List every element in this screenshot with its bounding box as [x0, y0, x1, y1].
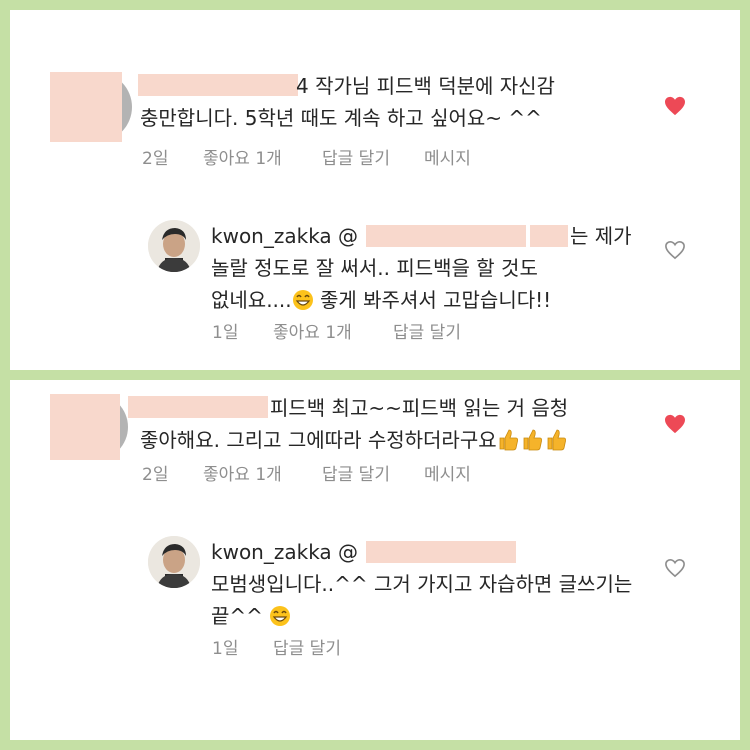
like-heart-outline-icon[interactable]	[664, 240, 686, 260]
comment-likes-link[interactable]: 좋아요 1개	[203, 464, 282, 486]
reply-line-1-suffix: 는 제가	[570, 224, 632, 248]
comment-line-1: 피드백 최고~~피드백 읽는 거 음청	[270, 396, 569, 420]
redacted-username	[128, 396, 268, 418]
comment-message-button[interactable]: 메시지	[424, 464, 471, 486]
comment-age: 2일	[142, 149, 169, 169]
comment-reply-button[interactable]: 답글 달기	[322, 464, 390, 486]
comment-line-2: 충만합니다. 5학년 때도 계속 하고 싶어요~ ^^	[140, 106, 542, 130]
comment-line-2-text: 좋아해요. 그리고 그에따라 수정하더라구요	[140, 428, 497, 452]
reply-age: 1일	[212, 323, 239, 343]
reply-line-3-text: 없네요....	[211, 288, 292, 312]
reply-avatar[interactable]	[148, 536, 200, 588]
redacted-mention-2	[530, 225, 568, 247]
thumbs-up-emoji-icon	[497, 427, 569, 460]
reply-line-2: 놀랄 정도로 잘 써서.. 피드백을 할 것도	[211, 256, 538, 280]
reply-line-2: 모범생입니다..^^ 그거 가지고 자습하면 글쓰기는	[211, 572, 633, 596]
comment-line-1: 4 작가님 피드백 덕분에 자신감	[296, 74, 555, 98]
redacted-mention	[366, 225, 526, 247]
reply-line-3: 끝^^	[211, 600, 291, 632]
comment-message-button[interactable]: 메시지	[424, 148, 471, 170]
redacted-mention	[366, 541, 516, 563]
comment-likes-link[interactable]: 좋아요 1개	[203, 148, 282, 170]
comment-age: 2일	[142, 465, 169, 485]
reply-username[interactable]: kwon_zakka	[211, 224, 332, 248]
comment-panel-1: 4 작가님 피드백 덕분에 자신감 충만합니다. 5학년 때도 계속 하고 싶어…	[10, 10, 740, 370]
reply-mention-at[interactable]: @	[338, 540, 358, 564]
grinning-emoji-icon	[292, 288, 314, 310]
grinning-emoji-icon	[269, 604, 291, 626]
reply-username[interactable]: kwon_zakka	[211, 540, 332, 564]
commenter-avatar-redaction	[50, 394, 120, 460]
reply-reply-button[interactable]: 답글 달기	[273, 638, 341, 660]
like-heart-filled-icon[interactable]	[664, 414, 686, 434]
reply-line-1: kwon_zakka @	[211, 536, 358, 568]
comment-reply-button[interactable]: 답글 달기	[322, 148, 390, 170]
reply-reply-button[interactable]: 답글 달기	[393, 322, 461, 344]
commenter-avatar-redaction	[50, 72, 122, 142]
reply-line-3-text: 끝^^	[211, 604, 263, 628]
redacted-username	[138, 74, 298, 96]
comment-line-2: 좋아해요. 그리고 그에따라 수정하더라구요	[140, 424, 569, 460]
reply-likes-link[interactable]: 좋아요 1개	[273, 322, 352, 344]
reply-line-3: 없네요.... 좋게 봐주셔서 고맙습니다!!	[211, 284, 551, 316]
like-heart-filled-icon[interactable]	[664, 96, 686, 116]
reply-age: 1일	[212, 639, 239, 659]
reply-line-1: kwon_zakka @	[211, 220, 358, 252]
reply-line-3-after: 좋게 봐주셔서 고맙습니다!!	[313, 288, 552, 312]
reply-avatar[interactable]	[148, 220, 200, 272]
reply-mention-at[interactable]: @	[338, 224, 358, 248]
like-heart-outline-icon[interactable]	[664, 558, 686, 578]
comment-panel-2: 피드백 최고~~피드백 읽는 거 음청 좋아해요. 그리고 그에따라 수정하더라…	[10, 380, 740, 740]
